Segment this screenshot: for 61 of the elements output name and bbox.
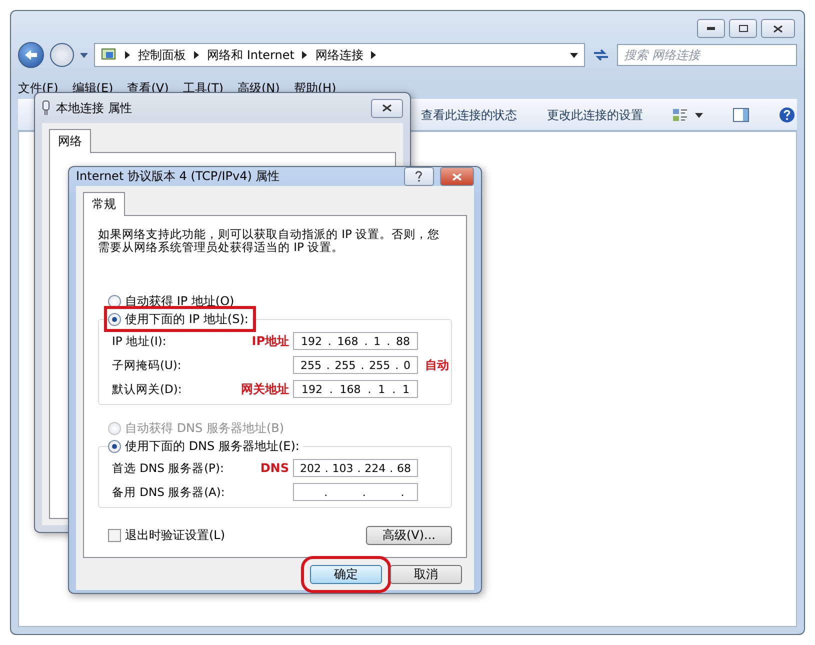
- validate-checkbox[interactable]: 退出时验证设置(L): [108, 527, 226, 544]
- chevron-icon[interactable]: [194, 51, 199, 59]
- breadcrumb-item[interactable]: 网络和 Internet: [207, 46, 294, 64]
- close-button[interactable]: [761, 19, 795, 38]
- command-link[interactable]: 更改此连接的设置: [547, 106, 643, 124]
- radio-option[interactable]: 使用下面的 DNS 服务器地址(E):: [108, 437, 304, 455]
- close-icon: [773, 24, 783, 32]
- dialog-title: Internet 协议版本 4 (TCP/IPv4) 属性: [76, 168, 281, 185]
- radio-icon: [108, 294, 121, 308]
- close-icon: [382, 104, 392, 112]
- field-label: 默认网关(D):: [112, 382, 183, 396]
- ip-input-field[interactable]: 192 . 168 . 1 . 88: [293, 332, 418, 350]
- network-adapter-icon: [42, 100, 50, 116]
- field-label: IP 地址(I):: [112, 334, 168, 348]
- breadcrumb-item[interactable]: 控制面板: [138, 46, 186, 64]
- tab[interactable]: 网络: [49, 129, 91, 153]
- maximize-button[interactable]: [729, 19, 757, 38]
- minimize-button[interactable]: [697, 19, 725, 38]
- field-label: 备用 DNS 服务器(A):: [112, 484, 226, 500]
- forward-button[interactable]: [50, 43, 74, 67]
- ip-input-field[interactable]: 202 . 103 . 224 . 68: [293, 459, 418, 477]
- close-button[interactable]: [371, 98, 403, 118]
- back-arrow-icon: [24, 49, 38, 61]
- field-label: 首选 DNS 服务器(P):: [112, 460, 225, 476]
- breadcrumb-item[interactable]: 网络连接: [315, 46, 364, 64]
- tab[interactable]: 常规: [83, 192, 125, 216]
- chevron-icon[interactable]: [371, 51, 376, 59]
- radio-icon: [108, 440, 121, 452]
- minimize-icon: [707, 27, 715, 30]
- radio-icon: [108, 312, 121, 326]
- help-icon[interactable]: [779, 107, 795, 123]
- chevron-icon[interactable]: [125, 51, 130, 59]
- advanced-button[interactable]: 高级(V)...: [366, 526, 452, 545]
- field-label: 子网掩码(U):: [112, 358, 182, 372]
- annotation-label: DNS: [259, 461, 290, 475]
- radio-option[interactable]: 自动获得 IP 地址(O): [108, 292, 238, 310]
- annotation-label: IP地址: [250, 332, 290, 350]
- description-text: 如果网络支持此功能，则可以获取自动指派的 IP 设置。否则，您需要从网络系统管理员处获得适当的 IP 设置。: [98, 228, 441, 254]
- close-icon: [452, 172, 462, 180]
- back-button[interactable]: [18, 42, 44, 68]
- dropdown-icon[interactable]: [570, 52, 578, 58]
- dialog-title: 本地连接 属性: [56, 100, 133, 116]
- dialog-button[interactable]: 取消: [390, 565, 462, 584]
- chevron-icon[interactable]: [302, 51, 308, 59]
- address-bar[interactable]: 控制面板 网络和 Internet 网络连接: [94, 43, 585, 67]
- search-field[interactable]: 搜索 网络连接: [617, 44, 797, 66]
- ip-input-field[interactable]: 192 . 168 . 1 . 1: [293, 380, 418, 398]
- help-button[interactable]: [404, 167, 434, 186]
- command-link[interactable]: 查看此连接的状态: [421, 106, 517, 124]
- annotation-label: 网关地址: [240, 380, 290, 398]
- maximize-icon: [738, 25, 748, 32]
- question-mark-icon: [415, 171, 423, 182]
- checkbox-icon: [108, 529, 121, 542]
- ip-input-field[interactable]: 255 . 255 . 255 . 0: [293, 356, 418, 374]
- refresh-icon[interactable]: [591, 47, 611, 63]
- preview-pane-icon[interactable]: [733, 108, 749, 122]
- radio-icon: [108, 422, 121, 434]
- view-options-icon[interactable]: [673, 108, 703, 122]
- radio-option[interactable]: 使用下面的 IP 地址(S):: [108, 310, 252, 328]
- annotation-label: 自动: [424, 356, 450, 374]
- ip-input-field[interactable]: . . .: [293, 483, 418, 501]
